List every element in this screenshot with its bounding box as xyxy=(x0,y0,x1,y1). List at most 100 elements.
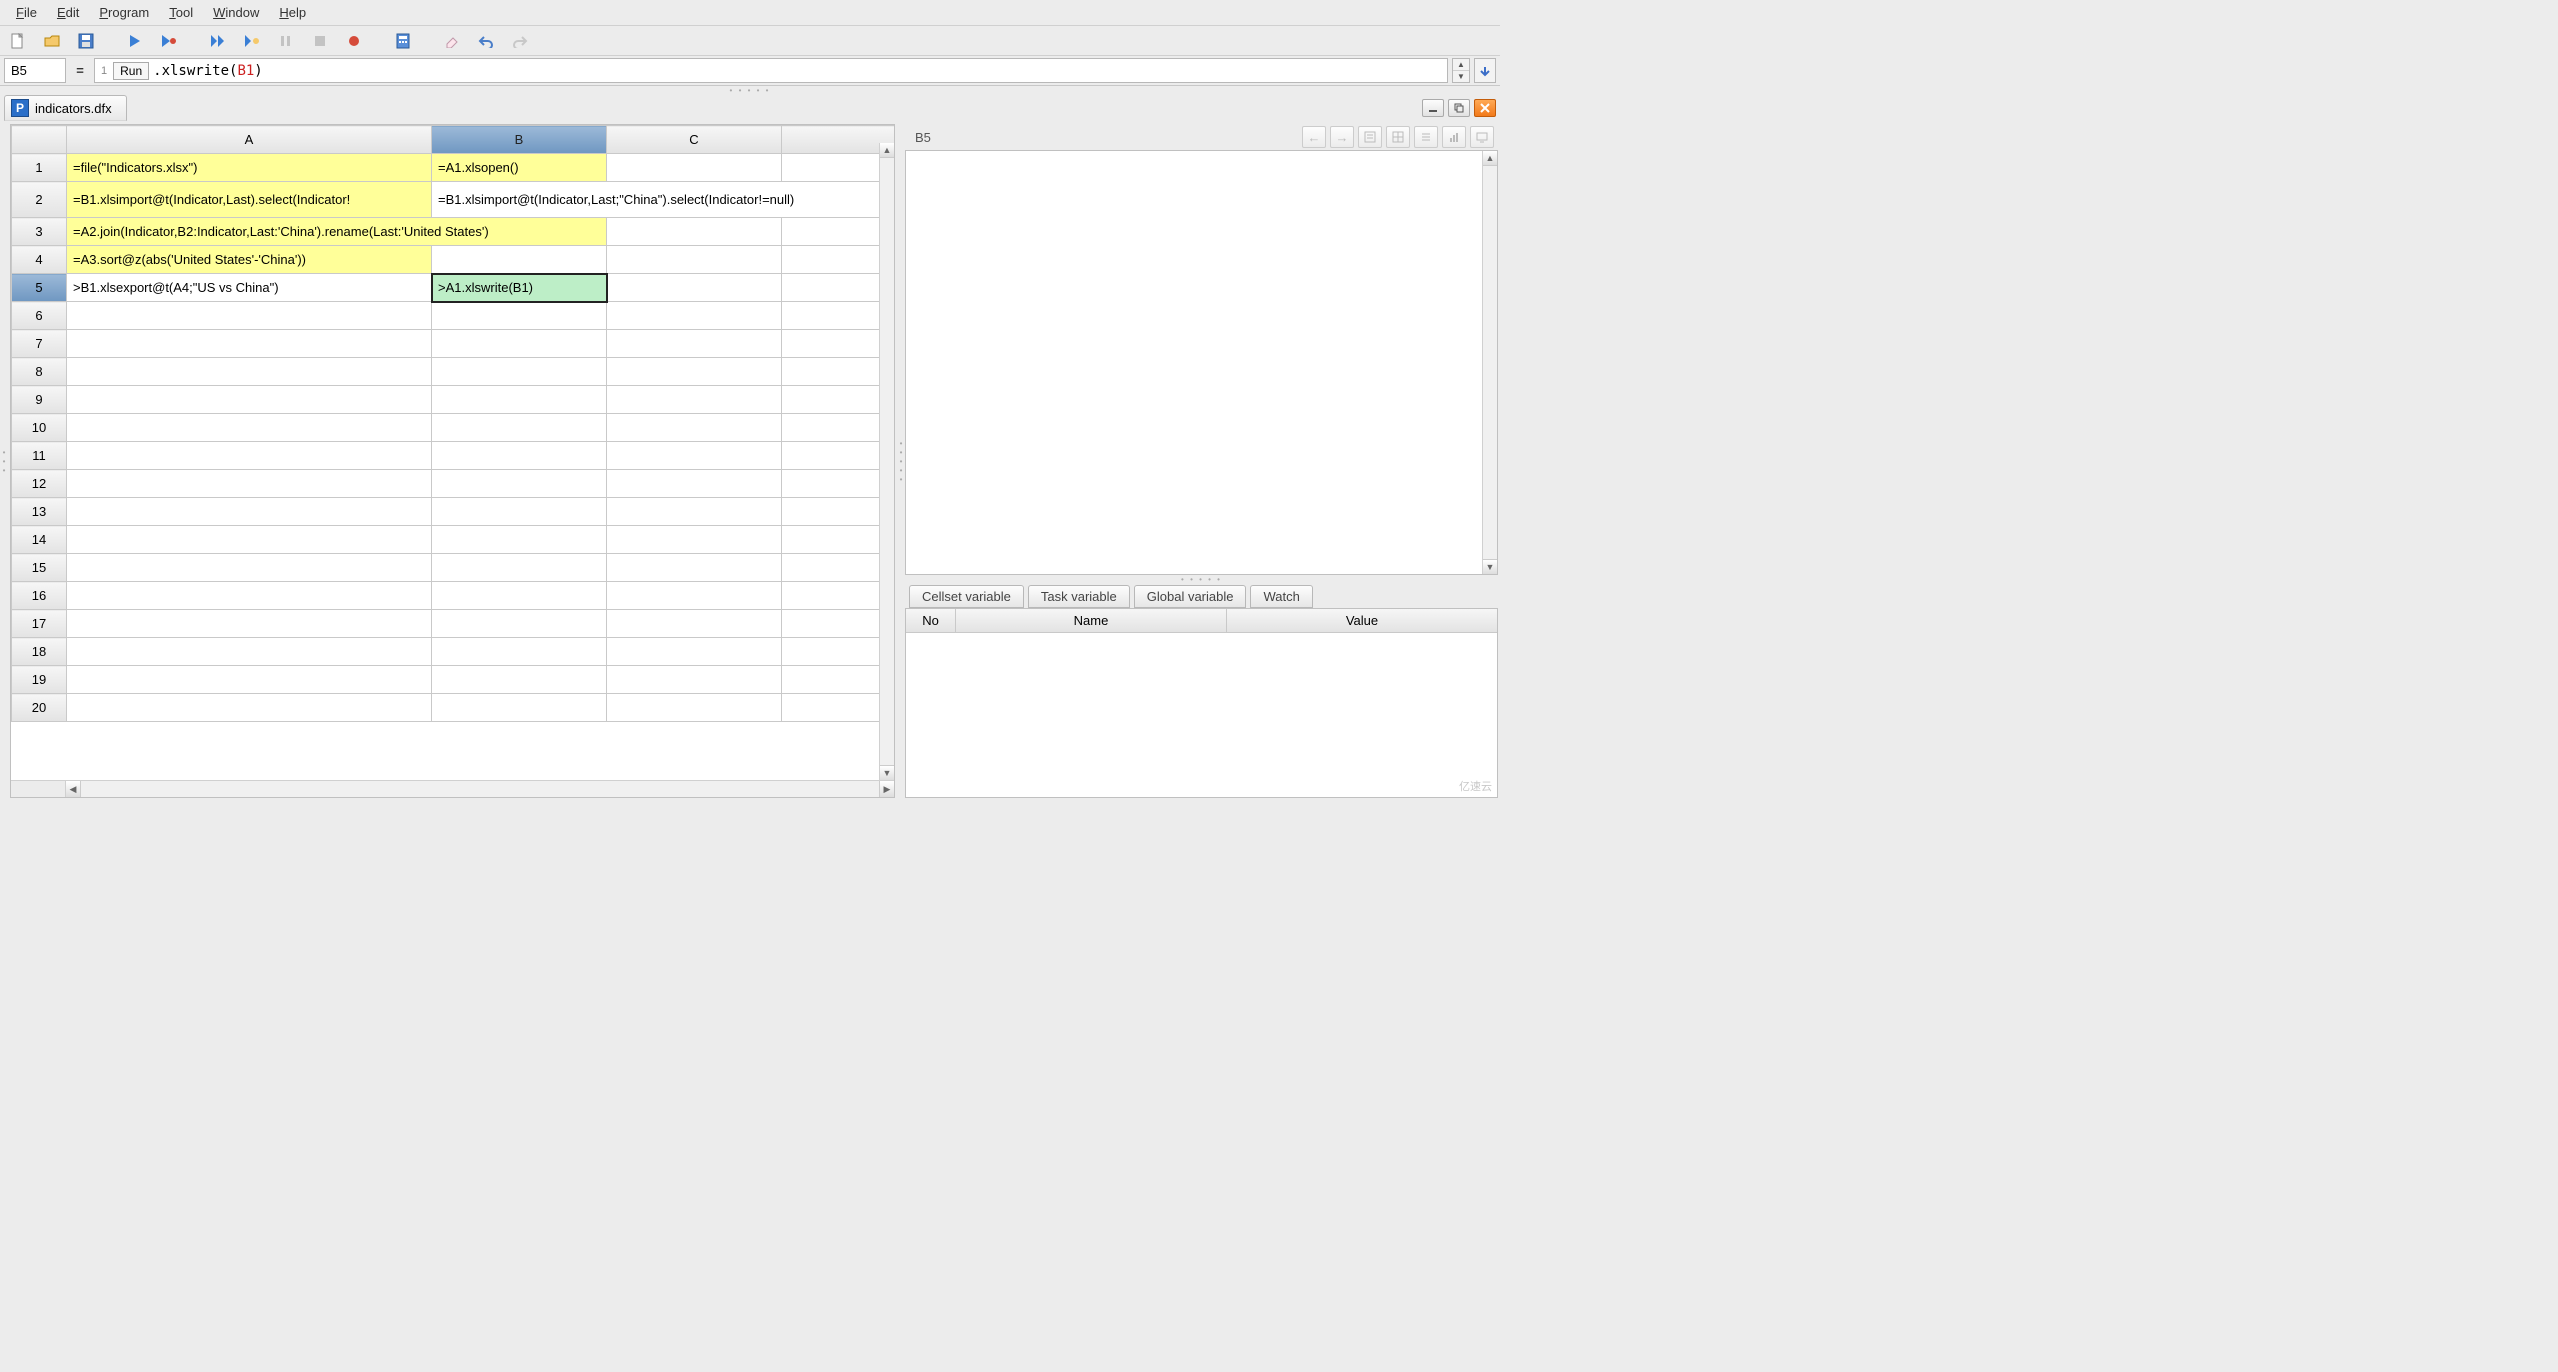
row-header[interactable]: 2 xyxy=(12,182,67,218)
cell[interactable] xyxy=(432,526,607,554)
row-header[interactable]: 20 xyxy=(12,694,67,722)
eraser-icon[interactable] xyxy=(442,31,462,51)
cell[interactable] xyxy=(782,386,894,414)
cell-extra[interactable] xyxy=(782,274,894,302)
cell-C5[interactable] xyxy=(607,274,782,302)
scroll-down-icon[interactable]: ▼ xyxy=(1483,559,1497,574)
cell[interactable] xyxy=(607,414,782,442)
cell-B5[interactable]: >A1.xlswrite(B1) xyxy=(432,274,607,302)
cell[interactable] xyxy=(607,666,782,694)
maximize-button[interactable] xyxy=(1448,99,1470,117)
calculator-icon[interactable] xyxy=(393,31,413,51)
view-table-icon[interactable] xyxy=(1386,126,1410,148)
undo-icon[interactable] xyxy=(476,31,496,51)
cell-A4[interactable]: =A3.sort@z(abs('United States'-'China')) xyxy=(67,246,432,274)
var-col-name[interactable]: Name xyxy=(956,609,1227,632)
grid-vertical-scrollbar[interactable]: ▲ ▼ xyxy=(879,143,894,780)
spinner-down-icon[interactable]: ▼ xyxy=(1453,71,1469,82)
spinner-up-icon[interactable]: ▲ xyxy=(1453,59,1469,71)
cell[interactable] xyxy=(782,414,894,442)
cell-A3[interactable]: =A2.join(Indicator,B2:Indicator,Last:'Ch… xyxy=(67,218,607,246)
open-file-icon[interactable] xyxy=(42,31,62,51)
inspector-splitter[interactable]: • • • • • xyxy=(905,575,1498,583)
cell[interactable] xyxy=(607,526,782,554)
cell[interactable] xyxy=(432,330,607,358)
debug-run-icon[interactable] xyxy=(159,31,179,51)
cell-A2[interactable]: =B1.xlsimport@t(Indicator,Last).select(I… xyxy=(67,182,432,218)
select-all-corner[interactable] xyxy=(12,126,67,154)
cell[interactable] xyxy=(782,526,894,554)
cell[interactable] xyxy=(67,470,432,498)
cell-B4[interactable] xyxy=(432,246,607,274)
run-icon[interactable] xyxy=(125,31,145,51)
cell[interactable] xyxy=(782,666,894,694)
nav-back-icon[interactable]: ← xyxy=(1302,126,1326,148)
view-display-icon[interactable] xyxy=(1470,126,1494,148)
cell[interactable] xyxy=(67,442,432,470)
cell[interactable] xyxy=(67,414,432,442)
row-header[interactable]: 8 xyxy=(12,358,67,386)
scroll-left-icon[interactable]: ◀ xyxy=(66,781,81,797)
cell[interactable] xyxy=(782,554,894,582)
scroll-up-icon[interactable]: ▲ xyxy=(880,143,894,158)
cell-A5[interactable]: >B1.xlsexport@t(A4;"US vs China") xyxy=(67,274,432,302)
cell[interactable] xyxy=(607,330,782,358)
row-header[interactable]: 18 xyxy=(12,638,67,666)
row-header[interactable]: 17 xyxy=(12,610,67,638)
cell[interactable] xyxy=(607,386,782,414)
formula-input[interactable]: 1 Run .xlswrite(B1) xyxy=(94,58,1448,83)
inspector-vertical-scrollbar[interactable]: ▲ ▼ xyxy=(1482,151,1497,574)
cell[interactable] xyxy=(67,554,432,582)
new-file-icon[interactable] xyxy=(8,31,28,51)
cell[interactable] xyxy=(607,470,782,498)
cell-C3[interactable] xyxy=(607,218,782,246)
row-header[interactable]: 1 xyxy=(12,154,67,182)
cell[interactable] xyxy=(67,694,432,722)
scroll-down-icon[interactable]: ▼ xyxy=(880,765,894,780)
cell[interactable] xyxy=(67,498,432,526)
cell[interactable] xyxy=(607,582,782,610)
expand-formula-icon[interactable] xyxy=(1474,58,1496,83)
cell-reference-box[interactable]: B5 xyxy=(4,58,66,83)
vertical-splitter[interactable]: ••••• xyxy=(897,122,905,800)
column-header-B[interactable]: B xyxy=(432,126,607,154)
cell[interactable] xyxy=(782,694,894,722)
cell[interactable] xyxy=(432,694,607,722)
cell[interactable] xyxy=(782,358,894,386)
tab-task-variable[interactable]: Task variable xyxy=(1028,585,1130,608)
menu-program[interactable]: ProgramProgram xyxy=(89,2,159,23)
cell-C1[interactable] xyxy=(607,154,782,182)
menu-tool[interactable]: ToolTool xyxy=(159,2,203,23)
cell[interactable] xyxy=(432,638,607,666)
redo-icon[interactable] xyxy=(510,31,530,51)
cell[interactable] xyxy=(782,442,894,470)
cell[interactable] xyxy=(67,330,432,358)
view-list-icon[interactable] xyxy=(1414,126,1438,148)
cell[interactable] xyxy=(782,498,894,526)
close-button[interactable] xyxy=(1474,99,1496,117)
scroll-up-icon[interactable]: ▲ xyxy=(1483,151,1497,166)
breakpoint-icon[interactable] xyxy=(344,31,364,51)
cell[interactable] xyxy=(432,554,607,582)
pause-icon[interactable] xyxy=(276,31,296,51)
cell[interactable] xyxy=(782,302,894,330)
step-over-icon[interactable] xyxy=(208,31,228,51)
row-header[interactable]: 3 xyxy=(12,218,67,246)
var-col-no[interactable]: No xyxy=(906,609,956,632)
cell-extra[interactable] xyxy=(782,218,894,246)
view-text-icon[interactable] xyxy=(1358,126,1382,148)
cell[interactable] xyxy=(432,666,607,694)
formula-spinner[interactable]: ▲ ▼ xyxy=(1452,58,1470,83)
var-col-value[interactable]: Value xyxy=(1227,609,1497,632)
menu-window[interactable]: WindowWindow xyxy=(203,2,269,23)
column-header-extra[interactable] xyxy=(782,126,894,154)
cell[interactable] xyxy=(432,358,607,386)
stop-icon[interactable] xyxy=(310,31,330,51)
horizontal-splitter[interactable]: • • • • • xyxy=(0,86,1500,94)
cell[interactable] xyxy=(432,470,607,498)
cell[interactable] xyxy=(607,638,782,666)
cell[interactable] xyxy=(782,330,894,358)
cell[interactable] xyxy=(432,414,607,442)
menu-help[interactable]: HelpHelp xyxy=(269,2,316,23)
save-icon[interactable] xyxy=(76,31,96,51)
